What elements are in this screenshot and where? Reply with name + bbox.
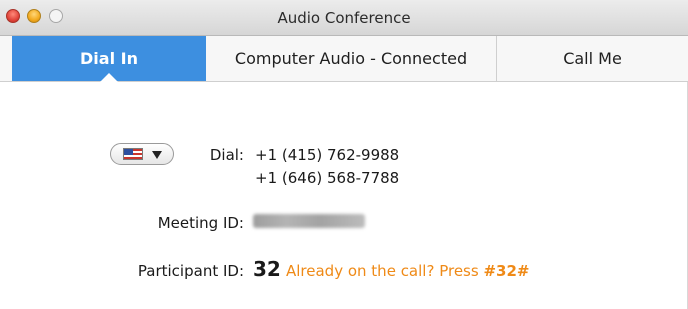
dial-number-primary: +1 (415) 762-9988 <box>255 146 400 164</box>
dial-label: Dial: <box>209 146 244 164</box>
chevron-down-icon <box>152 151 162 159</box>
meeting-id-value-obscured <box>253 214 365 228</box>
tab-call-me[interactable]: Call Me <box>497 36 688 81</box>
participant-hint-text: Already on the call? Press <box>286 262 484 280</box>
participant-hint-code: #32# <box>483 262 530 280</box>
country-selector-button[interactable] <box>110 143 174 165</box>
us-flag-icon <box>123 148 143 160</box>
tab-computer-audio[interactable]: Computer Audio - Connected <box>206 36 497 81</box>
participant-hint: Already on the call? Press #32# <box>286 262 529 280</box>
participant-id-value: 32 <box>253 257 281 281</box>
window-title: Audio Conference <box>277 9 411 27</box>
tab-dial-in[interactable]: Dial In <box>12 36 206 82</box>
tab-call-me-label: Call Me <box>563 49 622 68</box>
tab-bar: Dial In Computer Audio - Connected Call … <box>0 36 688 82</box>
tab-computer-audio-label: Computer Audio - Connected <box>234 49 468 68</box>
title-bar: Audio Conference <box>0 0 688 36</box>
tab-dial-in-label: Dial In <box>80 49 138 68</box>
participant-id-label: Participant ID: <box>137 262 244 280</box>
meeting-id-label: Meeting ID: <box>157 214 244 232</box>
dial-number-secondary: +1 (646) 568-7788 <box>255 169 400 187</box>
active-tab-indicator <box>100 73 118 82</box>
